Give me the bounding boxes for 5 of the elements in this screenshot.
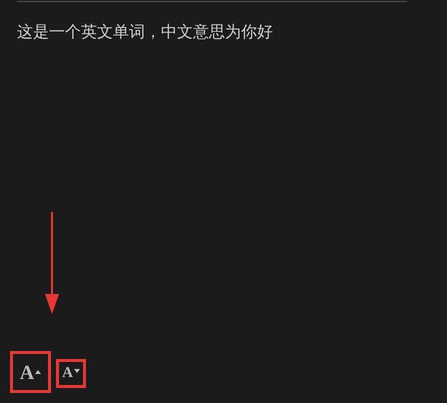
triangle-up-icon xyxy=(35,370,42,374)
font-increase-button[interactable]: A xyxy=(10,351,51,393)
font-decrease-button[interactable]: A xyxy=(56,359,86,388)
body-text: 这是一个英文单词，中文意思为你好 xyxy=(17,22,273,41)
triangle-down-icon xyxy=(74,369,80,373)
